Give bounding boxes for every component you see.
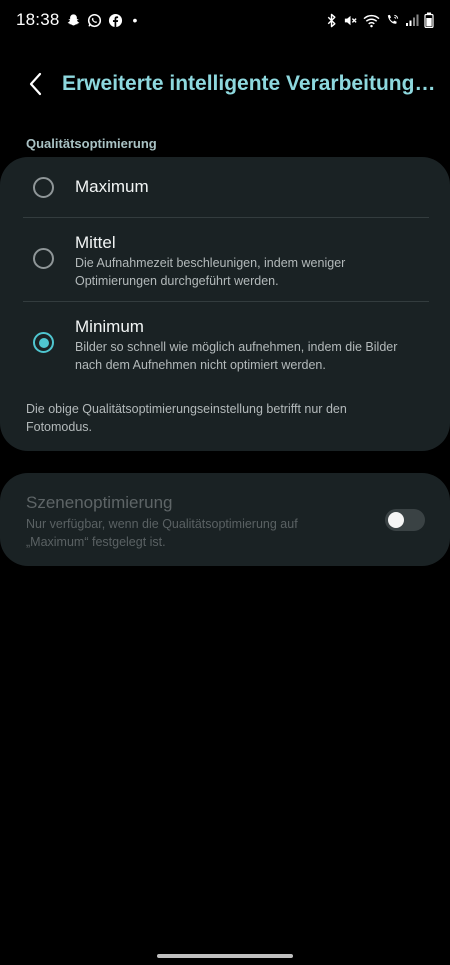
home-indicator[interactable]	[157, 954, 293, 958]
page-title: Erweiterte intelligente Verarbeitungso..…	[62, 72, 444, 95]
wifi-call-icon	[385, 13, 400, 28]
option-mittel[interactable]: Mittel Die Aufnahmezeit beschleunigen, i…	[0, 218, 450, 301]
status-right	[326, 12, 434, 28]
option-maximum[interactable]: Maximum	[0, 157, 450, 217]
back-button[interactable]	[22, 70, 50, 98]
battery-icon	[424, 12, 434, 28]
wifi-icon	[363, 13, 380, 28]
status-time: 18:38	[16, 10, 60, 29]
screen: 18:38 • Erweiterte intelligente Verarbei…	[0, 0, 450, 965]
bluetooth-icon	[326, 13, 338, 28]
signal-icon	[405, 13, 419, 27]
facebook-icon	[108, 13, 123, 28]
chevron-left-icon	[29, 72, 42, 96]
whatsapp-icon	[87, 13, 102, 28]
scene-optimization-toggle[interactable]	[385, 509, 425, 531]
status-left: 18:38 •	[16, 10, 137, 30]
scene-optimization-description: Nur verfügbar, wenn die Qualitätsoptimie…	[26, 517, 298, 549]
option-minimum-title: Minimum	[75, 317, 144, 336]
option-mittel-title: Mittel	[75, 233, 116, 252]
scene-optimization-card: Szenenoptimierung Nur verfügbar, wenn di…	[0, 473, 450, 566]
snapchat-icon	[66, 13, 81, 28]
option-mittel-description: Die Aufnahmezeit beschleunigen, indem we…	[75, 256, 346, 288]
option-minimum-description: Bilder so schnell wie möglich aufnehmen,…	[75, 340, 398, 372]
notification-dot-icon: •	[132, 12, 138, 28]
status-bar: 18:38 •	[0, 0, 450, 40]
toggle-knob	[388, 512, 404, 528]
scene-optimization-title: Szenenoptimierung	[26, 493, 173, 512]
app-header: Erweiterte intelligente Verarbeitungso..…	[0, 62, 450, 106]
radio-maximum[interactable]	[33, 177, 54, 198]
option-minimum[interactable]: Minimum Bilder so schnell wie möglich au…	[0, 302, 450, 385]
quality-footnote: Die obige Qualitätsoptimierungseinstellu…	[26, 402, 347, 434]
radio-minimum-selected[interactable]	[33, 332, 54, 353]
mute-icon	[343, 13, 358, 28]
radio-mittel[interactable]	[33, 248, 54, 269]
quality-section-label: Qualitätsoptimierung	[26, 136, 157, 151]
option-maximum-title: Maximum	[75, 177, 149, 196]
quality-card: Maximum Mittel Die Aufnahmezeit beschleu…	[0, 157, 450, 451]
